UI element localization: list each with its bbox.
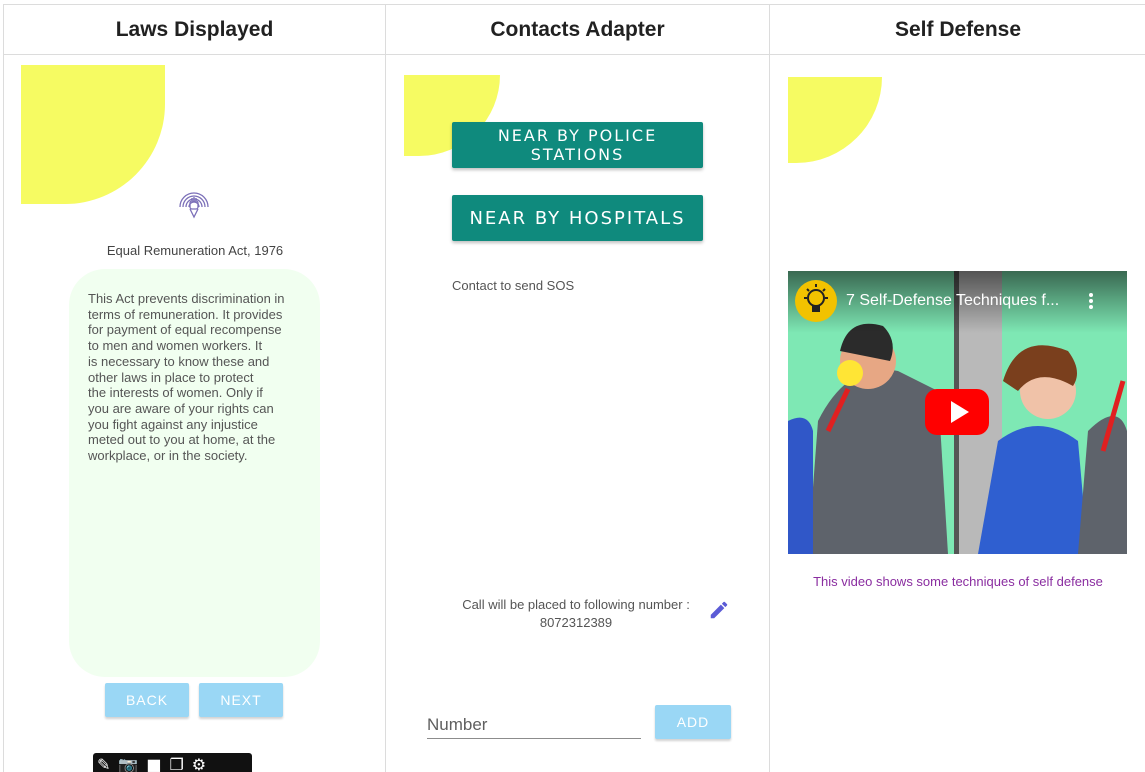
near-police-stations-button[interactable]: NEAR BY POLICE STATIONS <box>452 122 703 168</box>
video-player[interactable]: 7 Self-Defense Techniques f... <box>788 271 1127 554</box>
video-title[interactable]: 7 Self-Defense Techniques f... <box>846 292 1059 310</box>
video-caption: This video shows some techniques of self… <box>813 574 1103 589</box>
more-vert-icon[interactable] <box>1088 292 1094 310</box>
gear-icon[interactable]: ⚙ <box>192 755 206 772</box>
self-defense-column-header: Self Defense <box>770 5 1145 55</box>
laws-column: Laws Displayed Equal Remuneration Act, 1… <box>4 5 386 772</box>
near-hospitals-button[interactable]: NEAR BY HOSPITALS <box>452 195 703 241</box>
raised-fist-signal-icon <box>179 192 209 219</box>
add-button[interactable]: ADD <box>655 705 731 739</box>
back-button[interactable]: BACK <box>105 683 189 717</box>
self-defense-column: Self Defense 7 Self-Defense Techniques f… <box>770 5 1145 772</box>
contacts-column-header: Contacts Adapter <box>386 5 769 55</box>
decorative-blob <box>788 77 882 163</box>
laws-column-header: Laws Displayed <box>4 5 385 55</box>
pin-icon[interactable]: ✎ <box>97 755 110 772</box>
act-description: This Act prevents discrimination in term… <box>88 291 285 464</box>
call-number: 8072312389 <box>539 615 613 630</box>
act-title: Equal Remuneration Act, 1976 <box>106 243 284 258</box>
video-icon[interactable]: ■ <box>146 755 161 772</box>
decorative-blob <box>21 65 165 204</box>
emulator-toolbar: ✎ 📷 ■ ❐ ⚙ <box>93 753 252 772</box>
copy-icon[interactable]: ❐ <box>169 755 183 772</box>
number-input[interactable] <box>427 709 641 739</box>
edit-pencil-icon[interactable] <box>708 599 730 621</box>
lightbulb-icon <box>795 280 837 322</box>
next-button[interactable]: NEXT <box>199 683 283 717</box>
call-label: Call will be placed to following number … <box>462 597 690 612</box>
camera-icon[interactable]: 📷 <box>118 755 138 772</box>
sos-contact-label: Contact to send SOS <box>452 278 575 293</box>
play-icon <box>951 401 969 423</box>
call-info: Call will be placed to following number … <box>426 596 726 632</box>
contacts-column: Contacts Adapter NEAR BY POLICE STATIONS… <box>386 5 770 772</box>
comparison-table: Laws Displayed Equal Remuneration Act, 1… <box>3 4 1145 772</box>
